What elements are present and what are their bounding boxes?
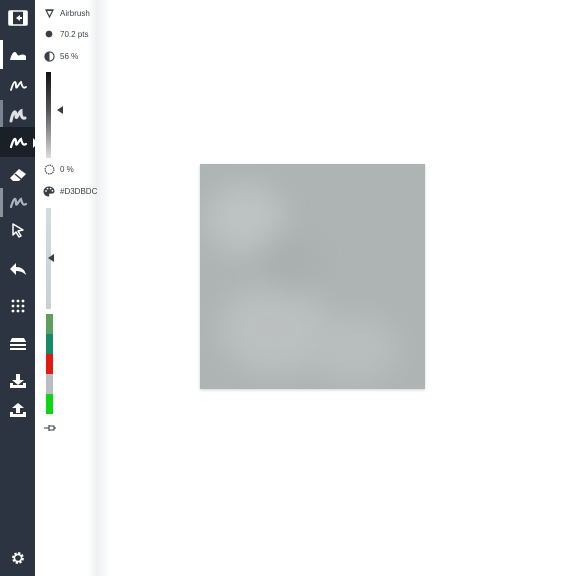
opacity-slider-handle[interactable] <box>57 105 63 114</box>
brush-opacity-row[interactable]: 56 % <box>43 49 78 63</box>
opacity-slider[interactable] <box>46 72 51 158</box>
panel-toggle-icon <box>7 10 28 26</box>
panel-toggle-button[interactable] <box>0 0 35 36</box>
brush-color-row[interactable]: #D3DBDC <box>43 184 97 198</box>
brush-type-icon <box>43 7 55 19</box>
palette-swatch[interactable] <box>46 354 53 374</box>
airbrush-tool-button[interactable] <box>0 127 35 157</box>
palette-swatch[interactable] <box>46 314 53 334</box>
brush-hardness-label: 0 % <box>60 164 74 174</box>
brush-stroke-icon <box>9 52 26 60</box>
brush-size-row[interactable]: 70.2 pts <box>43 27 88 41</box>
opacity-icon <box>43 50 55 62</box>
brush-properties-panel: Airbrush 70.2 pts 56 % 0 % #D3DBDC <box>35 0 110 576</box>
airbrush-stroke <box>310 314 400 384</box>
brush-opacity-label: 56 % <box>60 51 79 61</box>
pin-icon <box>44 425 56 431</box>
pen-icon <box>9 80 27 91</box>
brush-type-label: Airbrush <box>60 8 90 18</box>
grid-icon <box>11 299 24 313</box>
grid-button[interactable] <box>0 288 35 324</box>
undo-icon <box>9 263 26 275</box>
settings-button[interactable] <box>0 540 35 576</box>
color-shade-slider-handle[interactable] <box>48 254 54 262</box>
brush-type-row[interactable]: Airbrush <box>43 6 90 20</box>
upload-icon <box>9 403 26 417</box>
hardness-icon <box>43 163 55 175</box>
palette-icon <box>43 185 55 197</box>
select-tool-button[interactable] <box>0 212 35 248</box>
upload-button[interactable] <box>0 392 35 428</box>
brush-size-icon <box>43 28 55 40</box>
airbrush-icon <box>9 137 27 149</box>
layers-icon <box>9 338 26 350</box>
tool-sidebar <box>0 0 38 576</box>
undo-button[interactable] <box>0 251 35 287</box>
layers-button[interactable] <box>0 326 35 362</box>
download-icon <box>9 374 26 388</box>
settings-icon <box>11 552 24 564</box>
select-arrow-icon <box>11 223 24 238</box>
smudge-icon <box>9 197 27 209</box>
eraser-icon <box>9 169 26 181</box>
palette-swatch[interactable] <box>46 374 53 394</box>
palette-swatch[interactable] <box>46 394 53 414</box>
pin-palette-button[interactable] <box>43 420 57 438</box>
brush-size-label: 70.2 pts <box>60 29 89 39</box>
airbrush-stroke <box>260 234 320 294</box>
brush-color-hex: #D3DBDC <box>60 186 98 196</box>
calligraphy-icon <box>9 108 26 123</box>
palette-swatch[interactable] <box>46 334 53 354</box>
brush-hardness-row[interactable]: 0 % <box>43 162 74 176</box>
drawing-canvas[interactable] <box>200 164 425 389</box>
